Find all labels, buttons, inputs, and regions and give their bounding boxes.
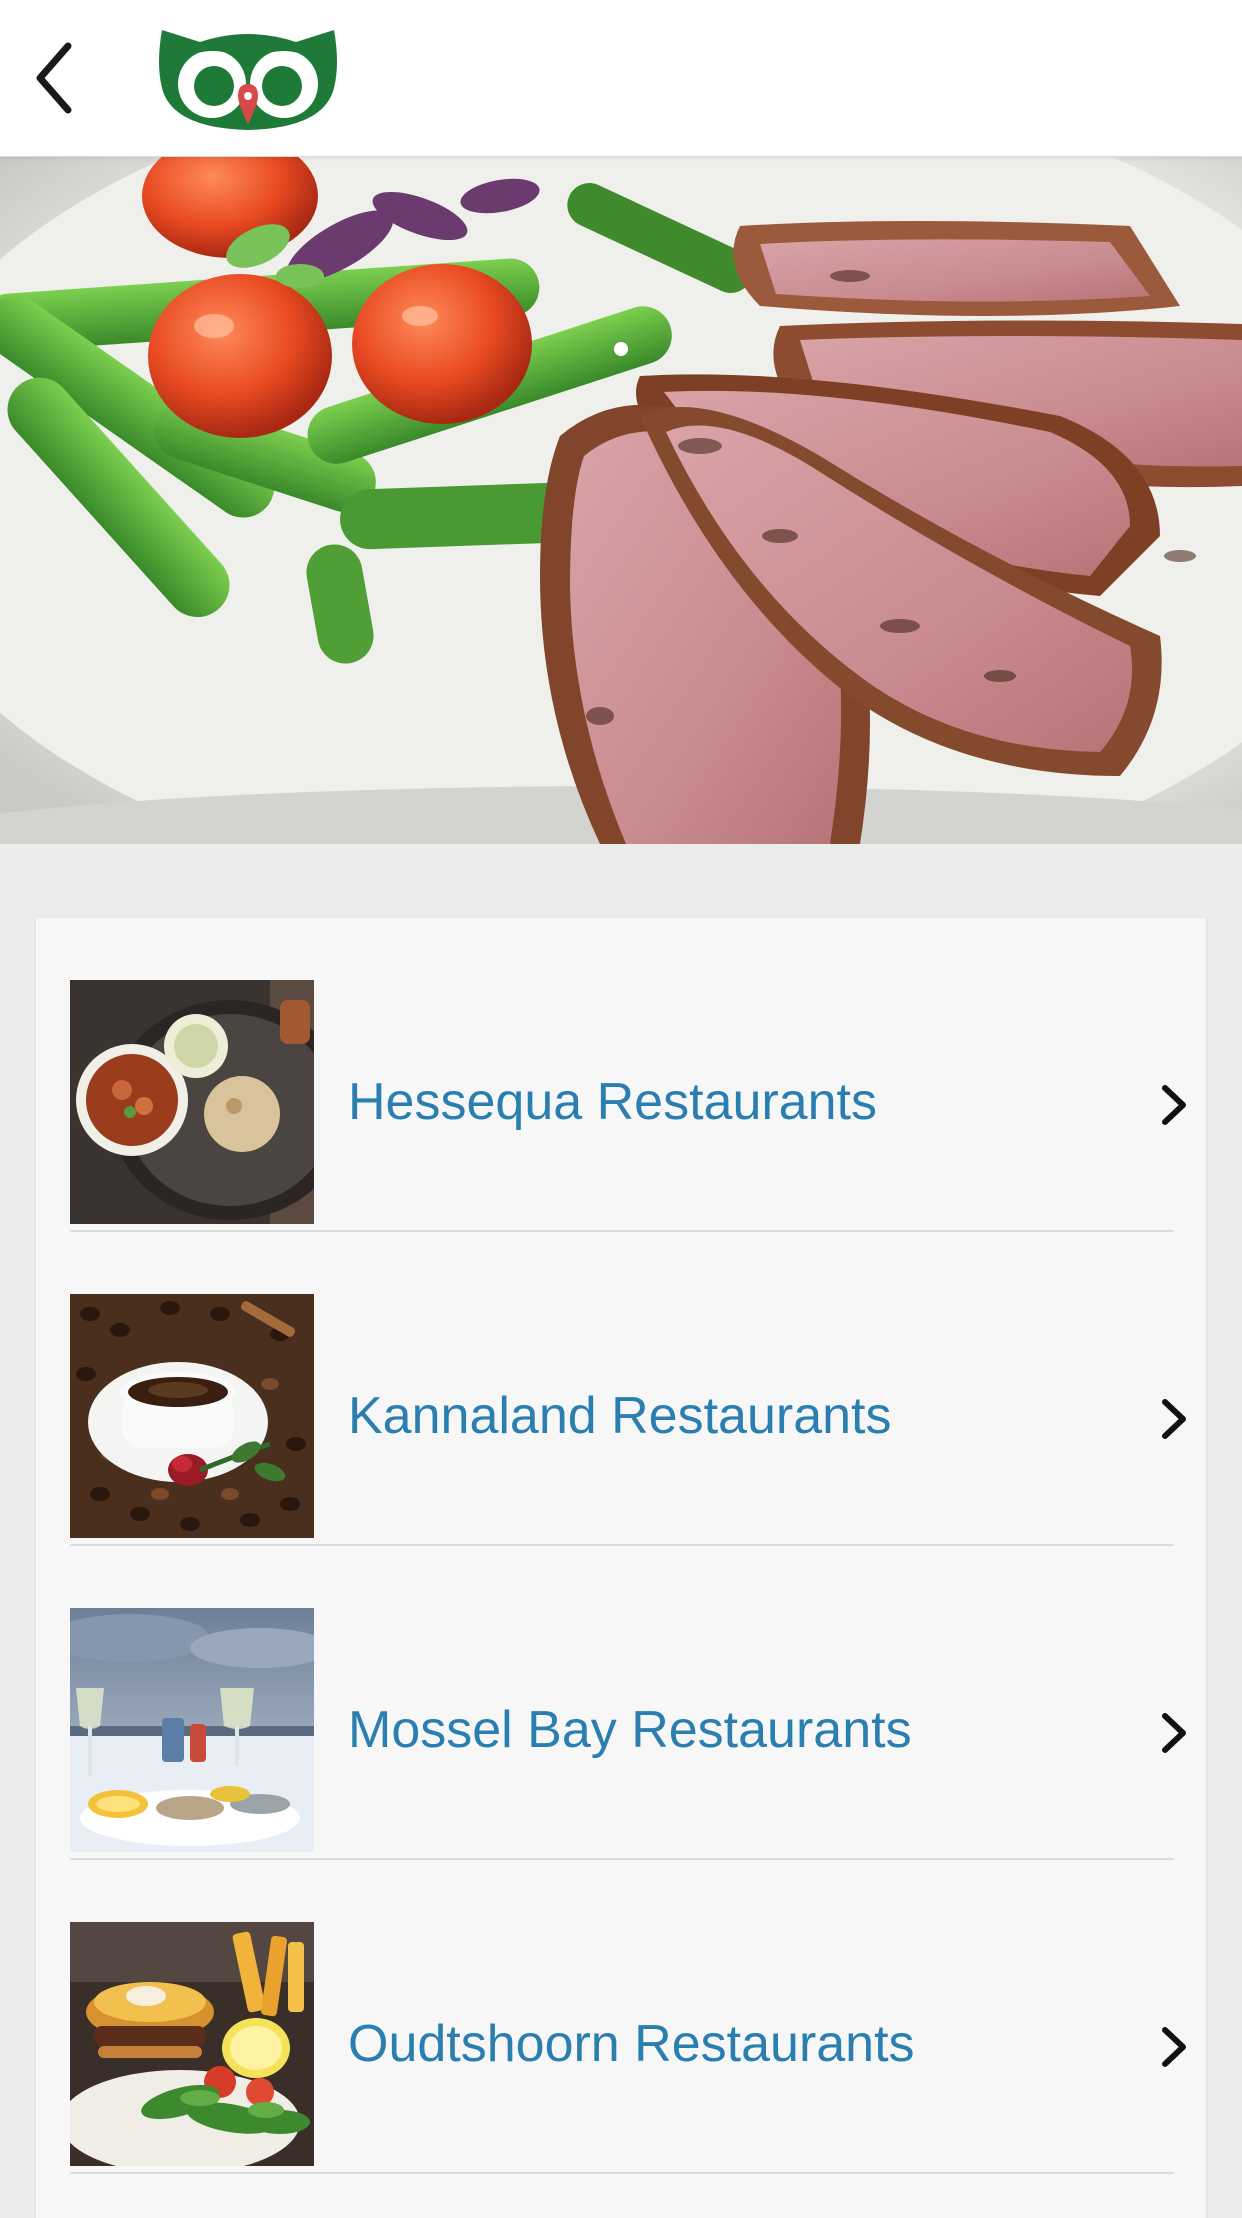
list-item[interactable]: Oudtshoorn Restaurants bbox=[70, 1860, 1186, 2174]
list-item[interactable]: Kannaland Restaurants bbox=[70, 1232, 1186, 1546]
carousel-indicator bbox=[0, 342, 1242, 356]
chevron-right-icon bbox=[1154, 1395, 1194, 1443]
list-item-thumbnail bbox=[70, 1922, 314, 2166]
chevron-right-icon bbox=[1154, 1709, 1194, 1757]
list-item-label: Oudtshoorn Restaurants bbox=[348, 2015, 915, 2073]
list-item-thumbnail bbox=[70, 1608, 314, 1852]
carousel-dot-active[interactable] bbox=[614, 342, 628, 356]
hero-banner-image[interactable] bbox=[0, 156, 1242, 844]
chevron-left-icon bbox=[36, 42, 72, 114]
app-header bbox=[0, 0, 1242, 157]
list-item-label: Mossel Bay Restaurants bbox=[348, 1701, 912, 1759]
list-item-label: Hessequa Restaurants bbox=[348, 1073, 877, 1131]
restaurant-region-list: Hessequa Restaurants Kannaland Restauran… bbox=[36, 918, 1206, 2218]
list-divider bbox=[70, 2172, 1174, 2174]
list-item[interactable]: Hessequa Restaurants bbox=[70, 918, 1186, 1232]
list-item[interactable]: Mossel Bay Restaurants bbox=[70, 1546, 1186, 1860]
back-button[interactable] bbox=[14, 30, 94, 126]
list-item-thumbnail bbox=[70, 1294, 314, 1538]
owl-logo[interactable] bbox=[156, 24, 340, 136]
chevron-right-icon bbox=[1154, 1081, 1194, 1129]
list-item-label: Kannaland Restaurants bbox=[348, 1387, 892, 1445]
list-item-thumbnail bbox=[70, 980, 314, 1224]
chevron-right-icon bbox=[1154, 2023, 1194, 2071]
